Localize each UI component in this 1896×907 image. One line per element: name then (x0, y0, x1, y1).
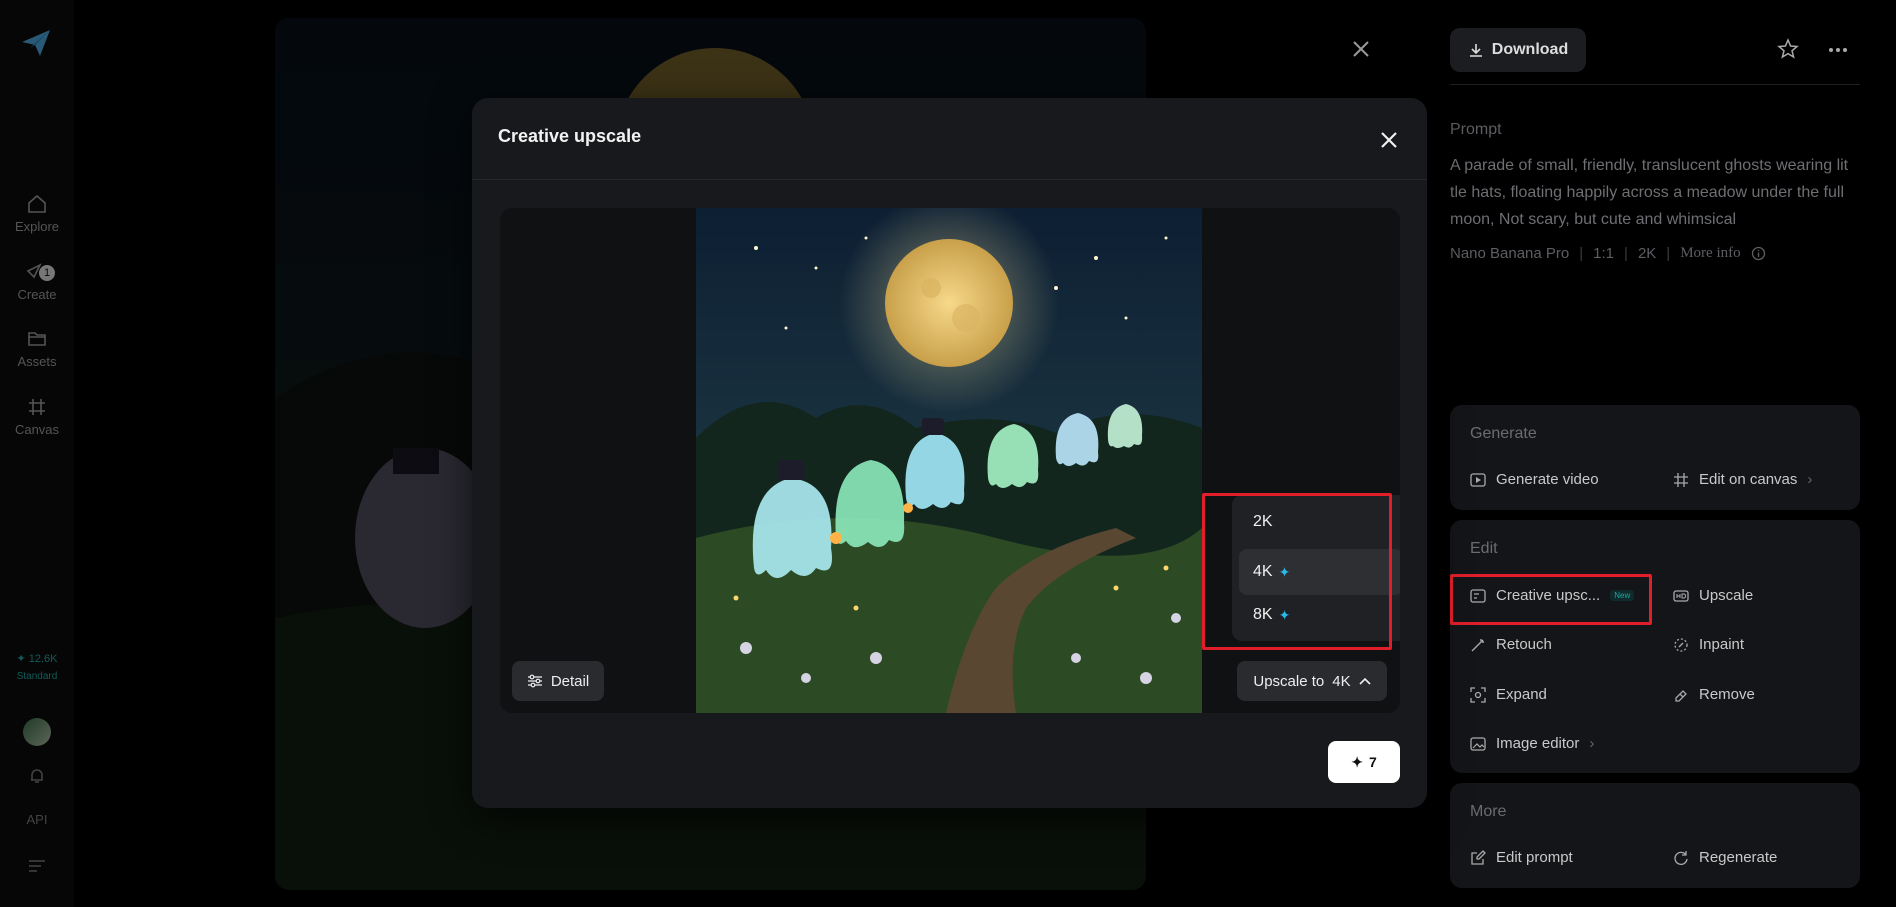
chevron-up-icon (1359, 677, 1371, 685)
detail-button[interactable]: Detail (512, 661, 604, 701)
generate-heading: Generate (1470, 425, 1537, 442)
chevron-right-icon: › (1589, 735, 1595, 752)
generate-card (1450, 405, 1860, 510)
expand-label: Expand (1496, 686, 1547, 703)
highlight-creative-upscale (1450, 574, 1652, 625)
retouch-icon (1470, 637, 1486, 653)
generate-video-button[interactable]: Generate video (1470, 471, 1599, 488)
header-divider (1450, 84, 1860, 85)
cost-value: 7 (1368, 754, 1377, 770)
close-viewer-icon[interactable] (1352, 40, 1370, 58)
modal-divider (472, 179, 1427, 180)
inpaint-button[interactable]: Inpaint (1673, 636, 1744, 653)
upscale-to-select[interactable]: Upscale to 4K (1237, 661, 1387, 701)
model-name: Nano Banana Pro (1450, 245, 1570, 262)
image-editor-icon (1470, 736, 1486, 752)
edit-prompt-button[interactable]: Edit prompt (1470, 849, 1573, 866)
expand-button[interactable]: Expand (1470, 686, 1547, 703)
preview-image (696, 208, 1202, 713)
download-icon (1468, 42, 1484, 58)
remove-button[interactable]: Remove (1673, 686, 1755, 703)
creative-upscale-modal: Creative upscale Detail Upscale to 4K 2K… (472, 98, 1427, 808)
aspect-ratio: 1:1 (1593, 245, 1615, 262)
regenerate-icon (1673, 850, 1689, 866)
close-modal-icon[interactable] (1380, 131, 1398, 149)
download-button[interactable]: Download (1450, 28, 1586, 72)
hd-icon (1673, 588, 1689, 604)
remove-label: Remove (1699, 686, 1755, 703)
edit-prompt-label: Edit prompt (1496, 849, 1573, 866)
star-icon[interactable] (1777, 38, 1799, 60)
inpaint-icon (1673, 637, 1689, 653)
edit-prompt-icon (1470, 849, 1486, 866)
more-options-icon[interactable] (1828, 47, 1848, 53)
modal-title: Creative upscale (498, 126, 642, 146)
more-card (1450, 783, 1860, 888)
info-icon[interactable] (1751, 246, 1766, 261)
sparkle-icon: ✦ (1351, 753, 1363, 770)
more-heading: More (1470, 803, 1507, 820)
edit-on-canvas-button[interactable]: Edit on canvas › (1673, 471, 1812, 488)
regenerate-button[interactable]: Regenerate (1673, 849, 1777, 866)
regenerate-label: Regenerate (1699, 849, 1778, 866)
expand-icon (1470, 686, 1486, 703)
sliders-icon (527, 674, 543, 688)
prompt-meta: Nano Banana Pro | 1:1 | 2K | More info (1450, 245, 1766, 262)
canvas-icon (1673, 472, 1689, 488)
more-info-link[interactable]: More info (1680, 245, 1740, 262)
chevron-right-icon: › (1807, 471, 1813, 488)
image-editor-button[interactable]: Image editor › (1470, 735, 1594, 752)
upscale-to-label: Upscale to (1253, 672, 1325, 690)
prompt-text: A parade of small, friendly, translucent… (1450, 157, 1849, 228)
highlight-resolution-dropdown (1202, 493, 1392, 650)
upscale-button[interactable]: Upscale (1673, 587, 1753, 604)
image-editor-label: Image editor (1496, 735, 1580, 752)
upscale-submit-button[interactable]: ✦ 7 (1328, 741, 1400, 783)
download-label: Download (1491, 41, 1569, 58)
upscale-label: Upscale (1699, 587, 1754, 604)
play-icon (1470, 472, 1486, 488)
inpaint-label: Inpaint (1699, 636, 1745, 653)
prompt-heading: Prompt (1450, 121, 1502, 138)
edit-on-canvas-label: Edit on canvas (1699, 471, 1798, 488)
resolution: 2K (1637, 245, 1657, 262)
eraser-icon (1673, 687, 1689, 703)
retouch-label: Retouch (1496, 636, 1552, 653)
upscale-to-value: 4K (1332, 672, 1351, 690)
retouch-button[interactable]: Retouch (1470, 636, 1552, 653)
detail-label: Detail (550, 672, 590, 690)
generate-video-label: Generate video (1496, 471, 1599, 488)
edit-heading: Edit (1470, 540, 1498, 557)
